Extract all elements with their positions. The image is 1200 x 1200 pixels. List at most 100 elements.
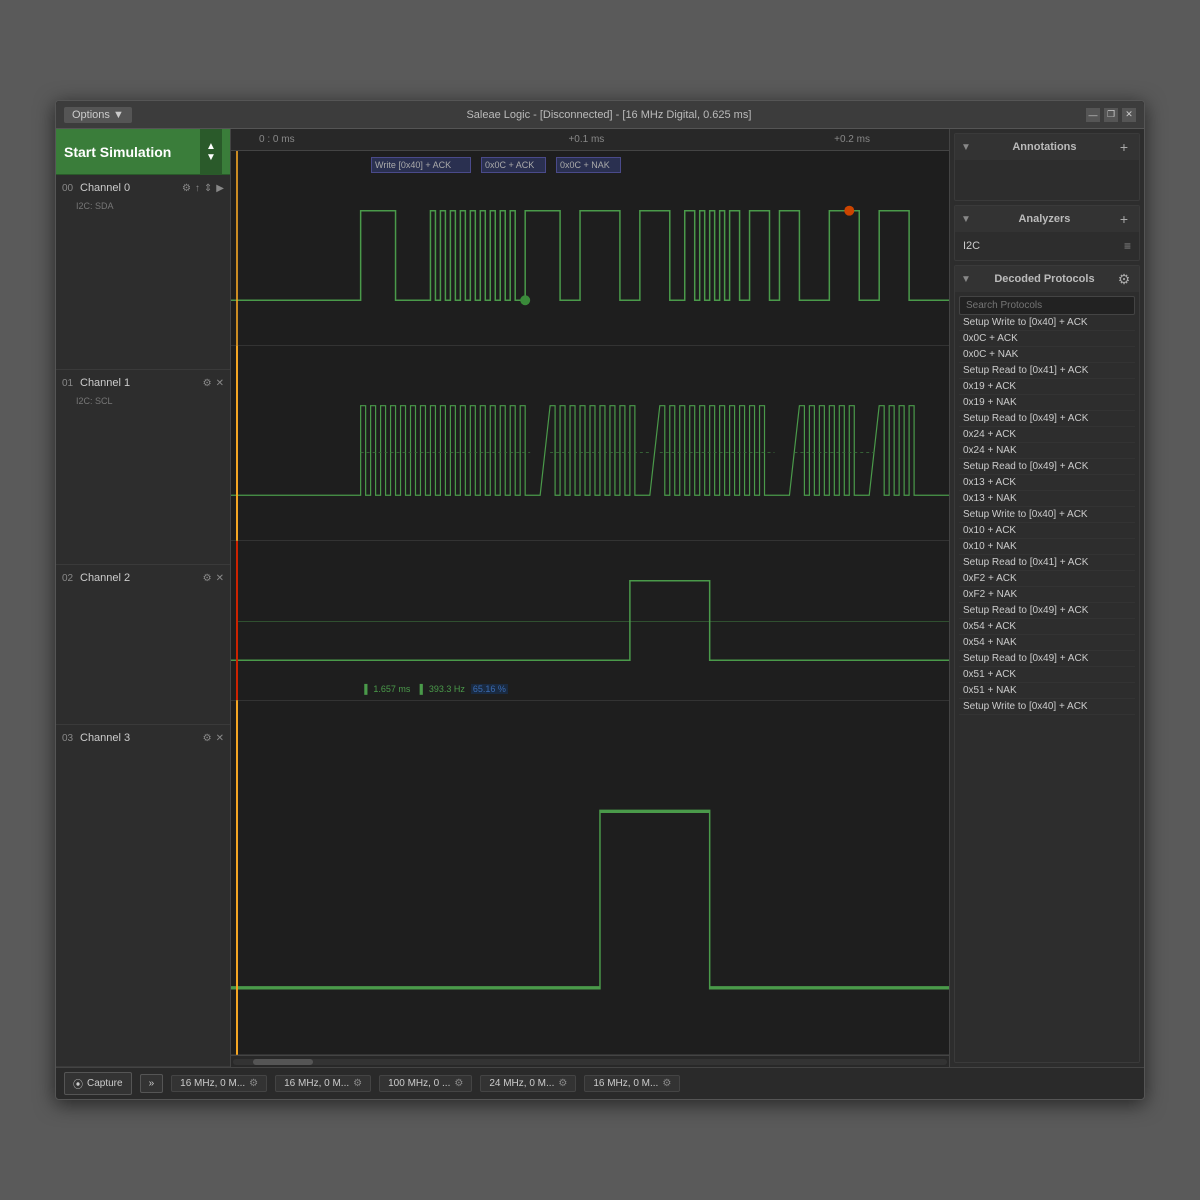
channel-settings-icon-2[interactable]: ⚙: [203, 573, 212, 584]
protocol-item[interactable]: Setup Read to [0x49] + ACK: [959, 459, 1135, 475]
status-gear-4[interactable]: ⚙: [662, 1078, 671, 1089]
capture-button[interactable]: ⦿ Capture: [64, 1072, 132, 1095]
start-sim-dropdown-arrow[interactable]: ▲▼: [200, 129, 222, 175]
protocol-item[interactable]: Setup Read to [0x49] + ACK: [959, 603, 1135, 619]
protocol-item[interactable]: 0x54 + ACK: [959, 619, 1135, 635]
channel-close-icon-2[interactable]: ✕: [216, 573, 224, 584]
time-marker-1: +0.1 ms: [568, 134, 604, 145]
channel-name-2: Channel 2: [80, 572, 199, 584]
protocol-item[interactable]: 0xF2 + NAK: [959, 587, 1135, 603]
waveform-svg-1: [231, 346, 949, 540]
analyzers-header[interactable]: ▼ Analyzers +: [955, 206, 1139, 232]
channel-resize-icon-0[interactable]: ⇕: [204, 183, 212, 194]
window-title: Saleae Logic - [Disconnected] - [16 MHz …: [132, 109, 1086, 121]
status-item-2: 100 MHz, 0 ... ⚙: [379, 1075, 472, 1092]
channel-settings-icon-0[interactable]: ⚙: [182, 183, 191, 194]
protocol-item[interactable]: 0x54 + NAK: [959, 635, 1135, 651]
protocol-item[interactable]: 0xF2 + ACK: [959, 571, 1135, 587]
status-item-4: 16 MHz, 0 M... ⚙: [584, 1075, 680, 1092]
protocol-item[interactable]: Setup Write to [0x40] + ACK: [959, 699, 1135, 715]
start-simulation-button[interactable]: Start Simulation ▲▼: [56, 129, 230, 175]
title-bar: Options ▼ Saleae Logic - [Disconnected] …: [56, 101, 1144, 129]
decoded-protocols-settings-button[interactable]: ⚙: [1115, 270, 1133, 288]
status-bar: ⦿ Capture » 16 MHz, 0 M... ⚙ 16 MHz, 0 M…: [56, 1067, 1144, 1099]
waveform-area[interactable]: 0 : 0 ms +0.1 ms +0.2 ms Write [0x40] + …: [231, 129, 949, 1067]
options-button[interactable]: Options ▼: [64, 107, 132, 123]
channel-row-2: 02 Channel 2 ⚙ ✕: [56, 565, 230, 725]
protocol-item[interactable]: 0x10 + NAK: [959, 539, 1135, 555]
channel-header-2: 02 Channel 2 ⚙ ✕: [56, 565, 230, 591]
channel-right-icon-0[interactable]: ▶: [216, 183, 224, 194]
analyzers-title: Analyzers: [1018, 213, 1070, 225]
status-gear-1[interactable]: ⚙: [353, 1078, 362, 1089]
waveform-channels: Write [0x40] + ACK 0x0C + ACK 0x0C + NAK: [231, 151, 949, 1055]
analyzers-body: I2C ≡: [955, 232, 1139, 260]
left-panel: Start Simulation ▲▼ 00 Channel 0 ⚙ ↑ ⇕ ▶…: [56, 129, 231, 1067]
channel-header-3: 03 Channel 3 ⚙ ✕: [56, 725, 230, 751]
status-gear-2[interactable]: ⚙: [454, 1078, 463, 1089]
protocol-item[interactable]: 0x10 + ACK: [959, 523, 1135, 539]
time-ruler: 0 : 0 ms +0.1 ms +0.2 ms: [231, 129, 949, 151]
measure-duty: 65.16 %: [471, 684, 508, 694]
annotations-section: ▼ Annotations +: [954, 133, 1140, 201]
analyzers-add-button[interactable]: +: [1115, 210, 1133, 228]
protocol-item[interactable]: Setup Read to [0x41] + ACK: [959, 363, 1135, 379]
status-gear-0[interactable]: ⚙: [249, 1078, 258, 1089]
channel-settings-icon-3[interactable]: ⚙: [203, 733, 212, 744]
close-button[interactable]: ✕: [1122, 108, 1136, 122]
decoded-protocols-body: Setup Write to [0x40] + ACK0x0C + ACK0x0…: [955, 292, 1139, 719]
waveform-channel-3: [231, 701, 949, 1055]
channel-sub-1: I2C: SCL: [56, 396, 230, 410]
waveform-svg-0: [231, 151, 949, 345]
minimize-button[interactable]: —: [1086, 108, 1100, 122]
protocol-item[interactable]: Setup Read to [0x49] + ACK: [959, 651, 1135, 667]
channel-row-3: 03 Channel 3 ⚙ ✕: [56, 725, 230, 1067]
scrollbar-track[interactable]: [233, 1059, 947, 1065]
restore-button[interactable]: ❐: [1104, 108, 1118, 122]
protocol-item[interactable]: 0x24 + NAK: [959, 443, 1135, 459]
start-sim-label: Start Simulation: [64, 144, 171, 160]
protocol-item[interactable]: 0x19 + ACK: [959, 379, 1135, 395]
channel-close-icon-3[interactable]: ✕: [216, 733, 224, 744]
right-panel: ▼ Annotations + ▼ Analyzers + I2C ≡: [949, 129, 1144, 1067]
protocol-item[interactable]: Setup Read to [0x41] + ACK: [959, 555, 1135, 571]
protocol-item[interactable]: 0x13 + ACK: [959, 475, 1135, 491]
time-marker-0: 0 : 0 ms: [259, 134, 295, 145]
status-freq-0: 16 MHz, 0 M...: [180, 1078, 245, 1089]
capture-icon: ⦿: [73, 1076, 83, 1091]
protocol-item[interactable]: 0x51 + ACK: [959, 667, 1135, 683]
protocol-item[interactable]: 0x19 + NAK: [959, 395, 1135, 411]
annotations-header[interactable]: ▼ Annotations +: [955, 134, 1139, 160]
annotations-add-button[interactable]: +: [1115, 138, 1133, 156]
forward-button[interactable]: »: [140, 1074, 164, 1093]
protocol-item[interactable]: Setup Read to [0x49] + ACK: [959, 411, 1135, 427]
protocol-item[interactable]: 0x24 + ACK: [959, 427, 1135, 443]
scrollbar[interactable]: [231, 1055, 949, 1067]
scrollbar-thumb[interactable]: [253, 1059, 313, 1065]
channel-name-3: Channel 3: [80, 732, 199, 744]
channel-header-0: 00 Channel 0 ⚙ ↑ ⇕ ▶: [56, 175, 230, 201]
protocol-item[interactable]: Setup Write to [0x40] + ACK: [959, 315, 1135, 331]
channel-up-icon-0[interactable]: ↑: [195, 183, 200, 194]
waveform-svg-3: [231, 701, 949, 1054]
status-item-3: 24 MHz, 0 M... ⚙: [480, 1075, 576, 1092]
channel-num-0: 00: [62, 183, 76, 194]
channel-name-1: Channel 1: [80, 377, 199, 389]
protocol-item[interactable]: Setup Write to [0x40] + ACK: [959, 507, 1135, 523]
main-area: Start Simulation ▲▼ 00 Channel 0 ⚙ ↑ ⇕ ▶…: [56, 129, 1144, 1067]
protocol-item[interactable]: 0x51 + NAK: [959, 683, 1135, 699]
protocol-item[interactable]: 0x0C + NAK: [959, 347, 1135, 363]
waveform-channel-1: [231, 346, 949, 541]
waveform-channel-2: ▐ 1.657 ms ▐ 393.3 Hz 65.16 %: [231, 541, 949, 701]
channel-name-0: Channel 0: [80, 182, 178, 194]
protocol-item[interactable]: 0x13 + NAK: [959, 491, 1135, 507]
channel-settings-icon-1[interactable]: ⚙: [203, 378, 212, 389]
protocol-item[interactable]: 0x0C + ACK: [959, 331, 1135, 347]
channel-close-icon-1[interactable]: ✕: [216, 378, 224, 389]
protocol-search-input[interactable]: [959, 296, 1135, 315]
status-freq-4: 16 MHz, 0 M...: [593, 1078, 658, 1089]
measure-freq: 393.3 Hz: [429, 684, 465, 694]
analyzer-menu-button[interactable]: ≡: [1124, 239, 1131, 253]
decoded-protocols-header[interactable]: ▼ Decoded Protocols ⚙: [955, 266, 1139, 292]
status-gear-3[interactable]: ⚙: [558, 1078, 567, 1089]
